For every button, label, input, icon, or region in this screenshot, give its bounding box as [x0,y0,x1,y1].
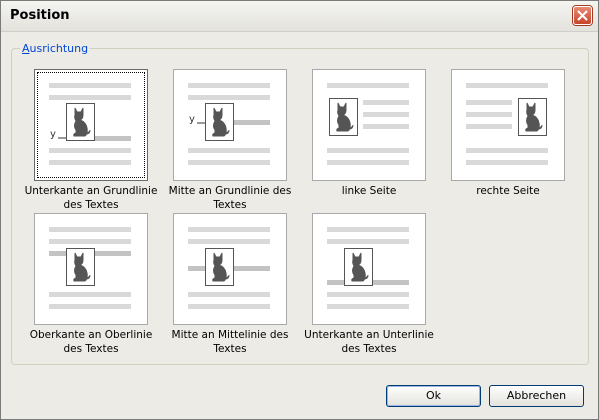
cat-icon [336,102,354,132]
position-dialog: Position Ausrichtung y Unterkante an Gru… [0,0,599,420]
option-preview [312,213,426,325]
option-preview: y [173,69,287,181]
option-label: linke Seite [341,185,397,197]
option-label: Mitte an Grundlinie des Textes [168,185,292,211]
option-preview [173,213,287,325]
cat-image [66,103,95,141]
cancel-button[interactable]: Abbrechen [489,385,584,407]
cat-icon [212,252,230,282]
option-label: Mitte an Mittelinie des Textes [171,329,289,355]
option-label: Oberkante an Oberlinie des Textes [29,329,153,355]
cat-image [518,98,547,136]
option-preview [312,69,426,181]
cat-icon [351,252,369,282]
group-legend: Ausrichtung [20,42,91,55]
option-label: Unterkante an Unterlinie des Textes [304,329,434,355]
title-bar: Position [1,1,598,32]
cat-image [329,98,358,136]
option-preview: y [34,69,148,181]
cat-image [205,103,234,141]
close-icon [577,10,588,21]
cat-icon [525,102,543,132]
option-label: Unterkante an Grundlinie des Textes [24,185,158,211]
cat-image [66,248,95,286]
close-button[interactable] [573,6,592,25]
option-preview [451,69,565,181]
cat-icon [73,252,91,282]
cat-image [205,248,234,286]
cat-image [344,248,373,286]
option-label: rechte Seite [476,185,540,197]
cat-icon [212,107,230,137]
cat-icon [73,107,91,137]
window-title: Position [10,8,70,23]
ok-button[interactable]: Ok [386,385,481,407]
option-preview [34,213,148,325]
